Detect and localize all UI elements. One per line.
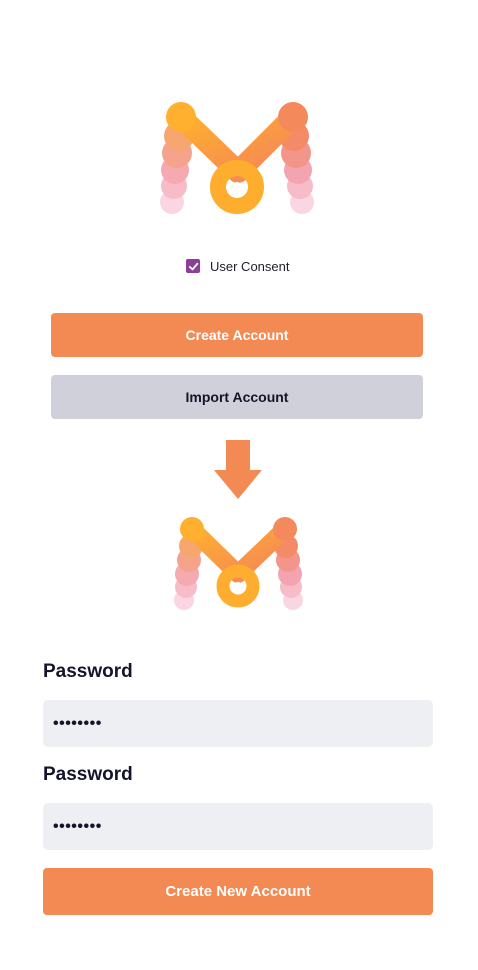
confirm-password-field[interactable]: •••••••• — [43, 803, 433, 850]
create-new-account-button[interactable]: Create New Account — [43, 868, 433, 915]
password-field[interactable]: •••••••• — [43, 700, 433, 747]
password-label: Password — [43, 661, 133, 682]
checkmark-icon — [188, 262, 198, 270]
confirm-password-value: •••••••• — [53, 817, 102, 835]
import-account-button[interactable]: Import Account — [51, 375, 423, 419]
confirm-password-label: Password — [43, 764, 133, 785]
consent-label: User Consent — [210, 258, 290, 274]
app-logo-small-icon — [174, 517, 303, 610]
user-consent-row[interactable]: User Consent — [186, 256, 289, 276]
create-account-button[interactable]: Create Account — [51, 313, 423, 357]
password-value: •••••••• — [53, 714, 102, 732]
consent-checkbox[interactable] — [186, 259, 200, 273]
app-logo-icon — [160, 102, 314, 214]
arrow-down-icon — [214, 440, 262, 499]
